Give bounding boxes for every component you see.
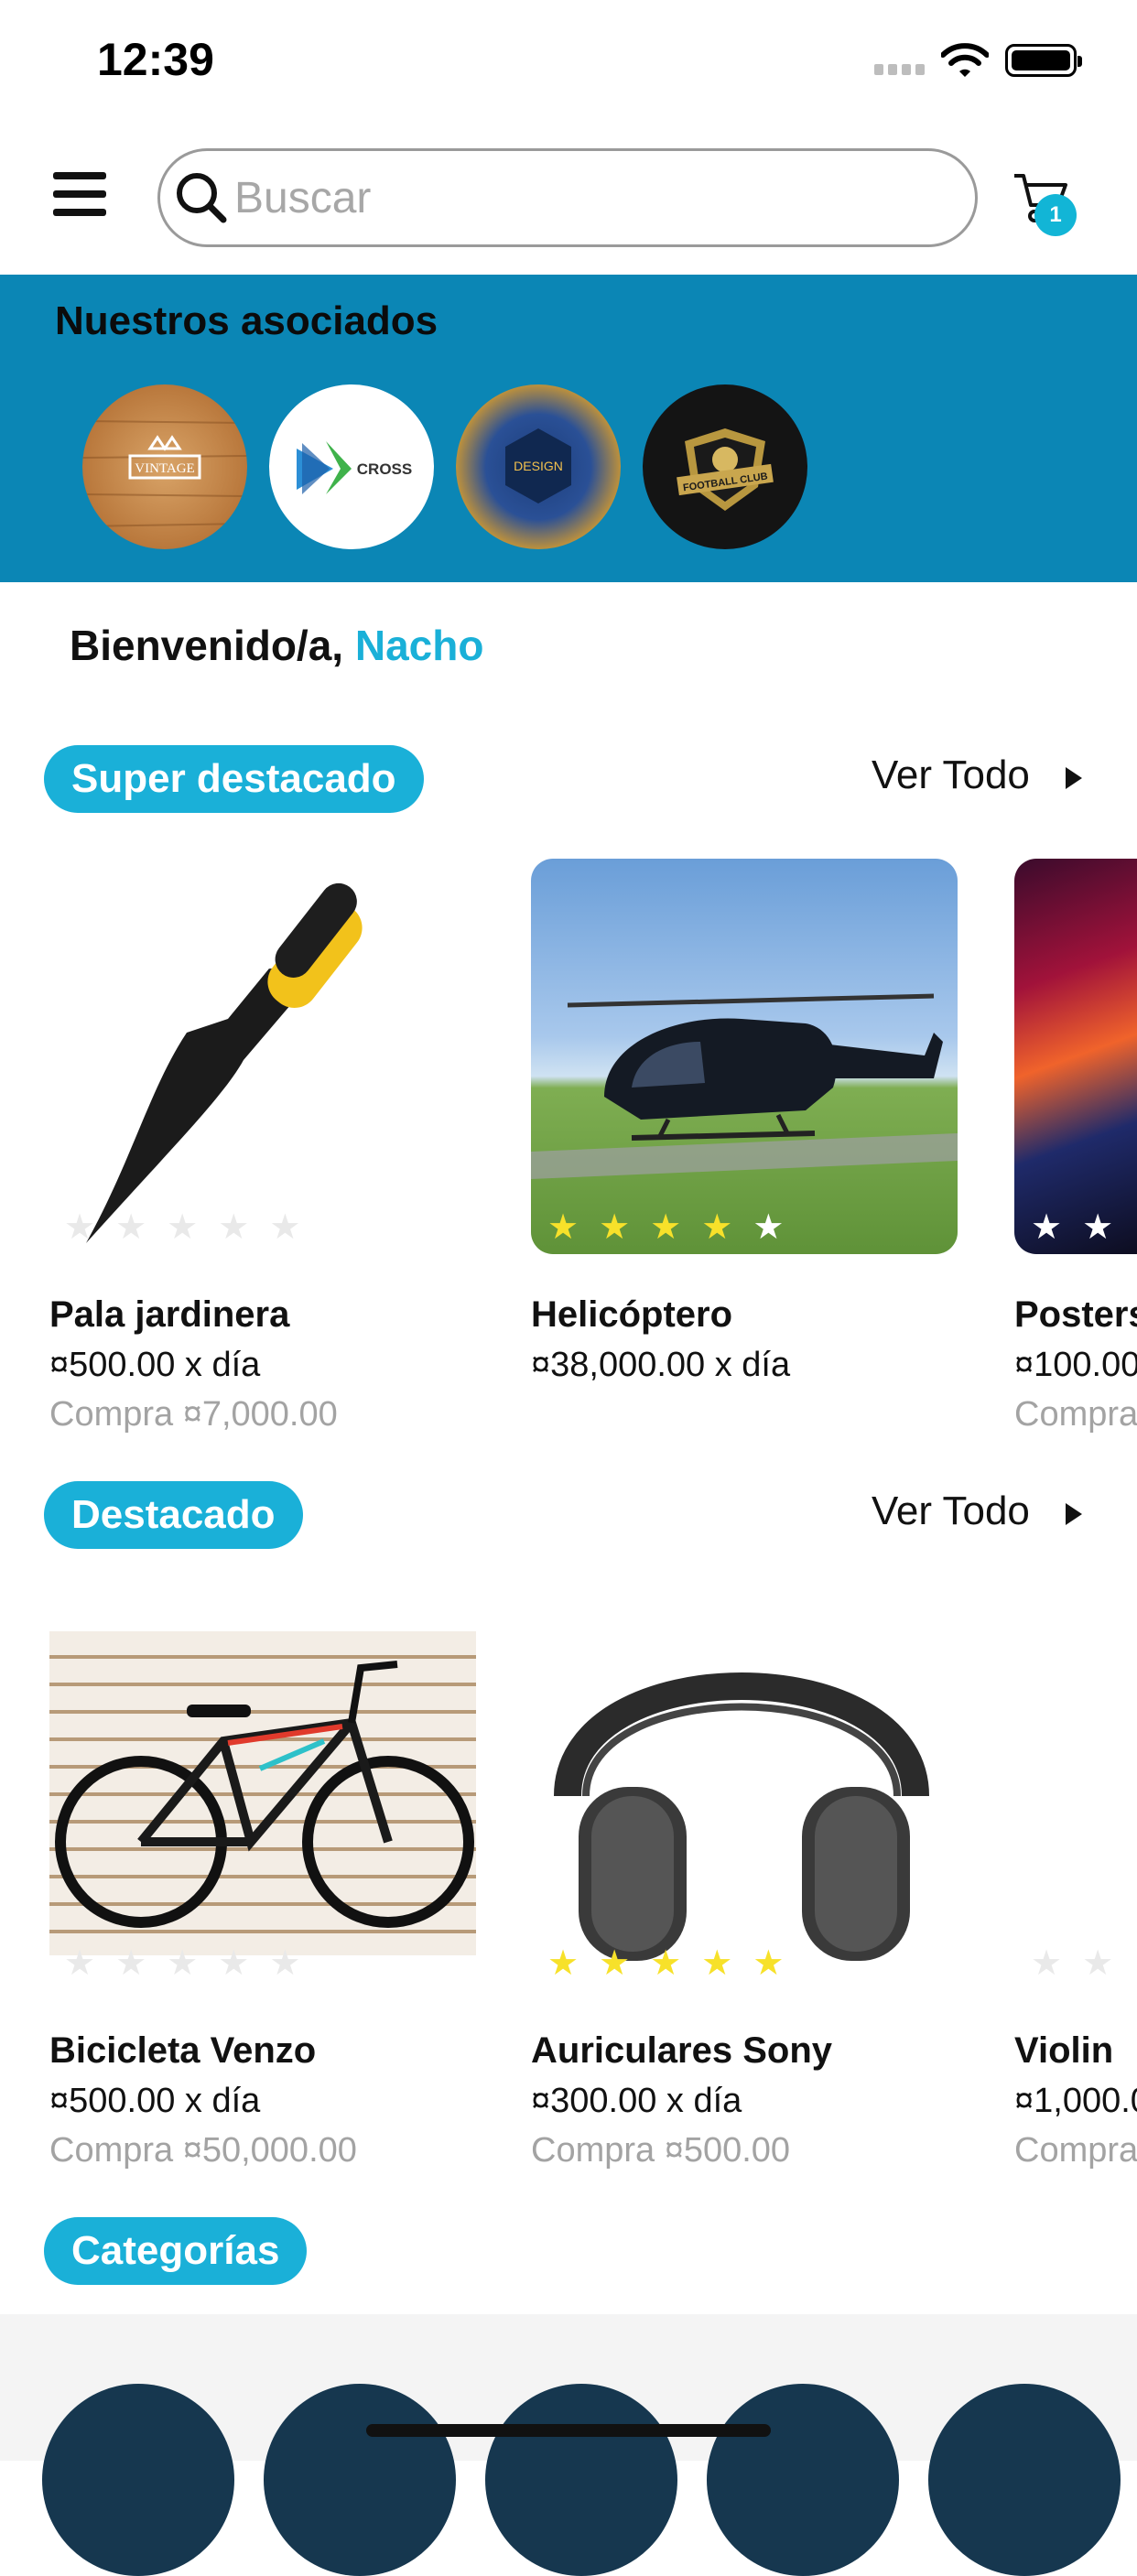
product-buy-price: Compra	[1014, 2131, 1137, 2170]
rating-stars-bicicleta: ★ ★ ★ ★ ★	[64, 1944, 301, 1983]
rating-stars-helicoptero: ★ ★ ★ ★ ★	[547, 1208, 785, 1247]
cart-count-badge: 1	[1034, 194, 1077, 236]
super-featured-see-all[interactable]: Ver Todo	[872, 752, 1030, 798]
star-icon: ★	[218, 1208, 250, 1247]
product-rent-price: ¤500.00 x día	[49, 1346, 261, 1384]
star-icon: ★	[64, 1944, 96, 1983]
partner-logo-design[interactable]: DESIGN	[456, 384, 621, 549]
product-image-helicoptero[interactable]	[531, 859, 958, 1254]
product-name[interactable]: Auriculares Sony	[531, 2030, 832, 2072]
product-buy-price: Compra	[1014, 1395, 1137, 1434]
star-icon: ★	[1082, 1208, 1114, 1247]
star-icon: ★	[115, 1208, 147, 1247]
category-item[interactable]	[42, 2384, 234, 2576]
partner-label-vintage: VINTAGE	[135, 461, 194, 476]
star-icon: ★	[599, 1208, 631, 1247]
product-image-auriculares[interactable]	[531, 1595, 958, 1990]
category-item[interactable]	[485, 2384, 677, 2576]
star-icon: ★	[650, 1944, 682, 1983]
star-icon: ★	[547, 1208, 579, 1247]
see-all-arrow-icon[interactable]	[1066, 767, 1082, 789]
featured-see-all[interactable]: Ver Todo	[872, 1488, 1030, 1534]
star-icon: ★	[218, 1944, 250, 1983]
star-icon: ★	[753, 1944, 785, 1983]
super-featured-title: Super destacado	[44, 745, 424, 813]
featured-title: Destacado	[44, 1481, 303, 1549]
product-buy-price: Compra ¤500.00	[531, 2131, 791, 2170]
category-item[interactable]	[928, 2384, 1121, 2576]
wifi-icon	[941, 43, 989, 77]
product-buy-price: Compra ¤50,000.00	[49, 2131, 357, 2170]
product-name[interactable]: Violin	[1014, 2030, 1137, 2072]
partner-label-cross: CROSS	[357, 460, 412, 478]
see-all-arrow-icon[interactable]	[1066, 1503, 1082, 1525]
rating-stars-violin: ★ ★	[1031, 1944, 1114, 1983]
star-icon: ★	[1031, 1944, 1063, 1983]
product-name[interactable]: Posters	[1014, 1294, 1137, 1336]
star-icon: ★	[269, 1944, 301, 1983]
product-rent-price: ¤500.00 x día	[49, 2082, 261, 2120]
product-rent-price: ¤100.00	[1014, 1346, 1137, 1384]
star-icon: ★	[701, 1208, 733, 1247]
partner-logo-cross[interactable]: CROSS	[269, 384, 434, 549]
star-icon: ★	[701, 1944, 733, 1983]
product-name[interactable]: Bicicleta Venzo	[49, 2030, 316, 2072]
product-image-posters[interactable]	[1014, 859, 1137, 1254]
home-indicator[interactable]	[366, 2424, 771, 2437]
category-item[interactable]	[264, 2384, 456, 2576]
star-icon: ★	[1082, 1944, 1114, 1983]
star-icon: ★	[753, 1208, 785, 1247]
welcome-message: Bienvenido/a, Nacho	[70, 621, 483, 670]
welcome-prefix: Bienvenido/a,	[70, 622, 355, 669]
product-name[interactable]: Helicóptero	[531, 1294, 732, 1336]
product-name[interactable]: Pala jardinera	[49, 1294, 289, 1336]
product-rent-price: ¤300.00 x día	[531, 2082, 742, 2120]
search-icon	[177, 173, 227, 223]
star-icon: ★	[650, 1208, 682, 1247]
product-rent-price: ¤1,000.0	[1014, 2082, 1137, 2120]
star-icon: ★	[599, 1944, 631, 1983]
rating-stars-auriculares: ★ ★ ★ ★ ★	[547, 1944, 785, 1983]
search-input[interactable]	[234, 170, 948, 225]
star-icon: ★	[167, 1208, 199, 1247]
cellular-signal-icon	[874, 64, 926, 75]
categories-title: Categorías	[44, 2217, 308, 2285]
star-icon: ★	[115, 1944, 147, 1983]
product-image-bicicleta[interactable]	[49, 1631, 476, 1955]
category-item[interactable]	[707, 2384, 899, 2576]
partner-logo-vintage[interactable]: VINTAGE	[82, 384, 247, 549]
product-rent-price: ¤38,000.00 x día	[531, 1346, 791, 1384]
status-time: 12:39	[97, 34, 214, 85]
partner-label-design: DESIGN	[514, 459, 563, 473]
star-icon: ★	[167, 1944, 199, 1983]
star-icon: ★	[1031, 1208, 1063, 1247]
star-icon: ★	[547, 1944, 579, 1983]
menu-icon[interactable]	[53, 172, 106, 216]
partner-logo-football-club[interactable]: FOOTBALL CLUB	[643, 384, 807, 549]
partners-title: Nuestros asociados	[55, 298, 439, 343]
user-name: Nacho	[354, 622, 484, 669]
rating-stars-pala: ★ ★ ★ ★ ★	[64, 1208, 301, 1247]
product-image-pala[interactable]	[49, 859, 476, 1254]
star-icon: ★	[269, 1208, 301, 1247]
product-buy-price: Compra ¤7,000.00	[49, 1395, 338, 1434]
star-icon: ★	[64, 1208, 96, 1247]
rating-stars-posters: ★ ★	[1031, 1208, 1114, 1247]
battery-icon	[1005, 44, 1082, 77]
